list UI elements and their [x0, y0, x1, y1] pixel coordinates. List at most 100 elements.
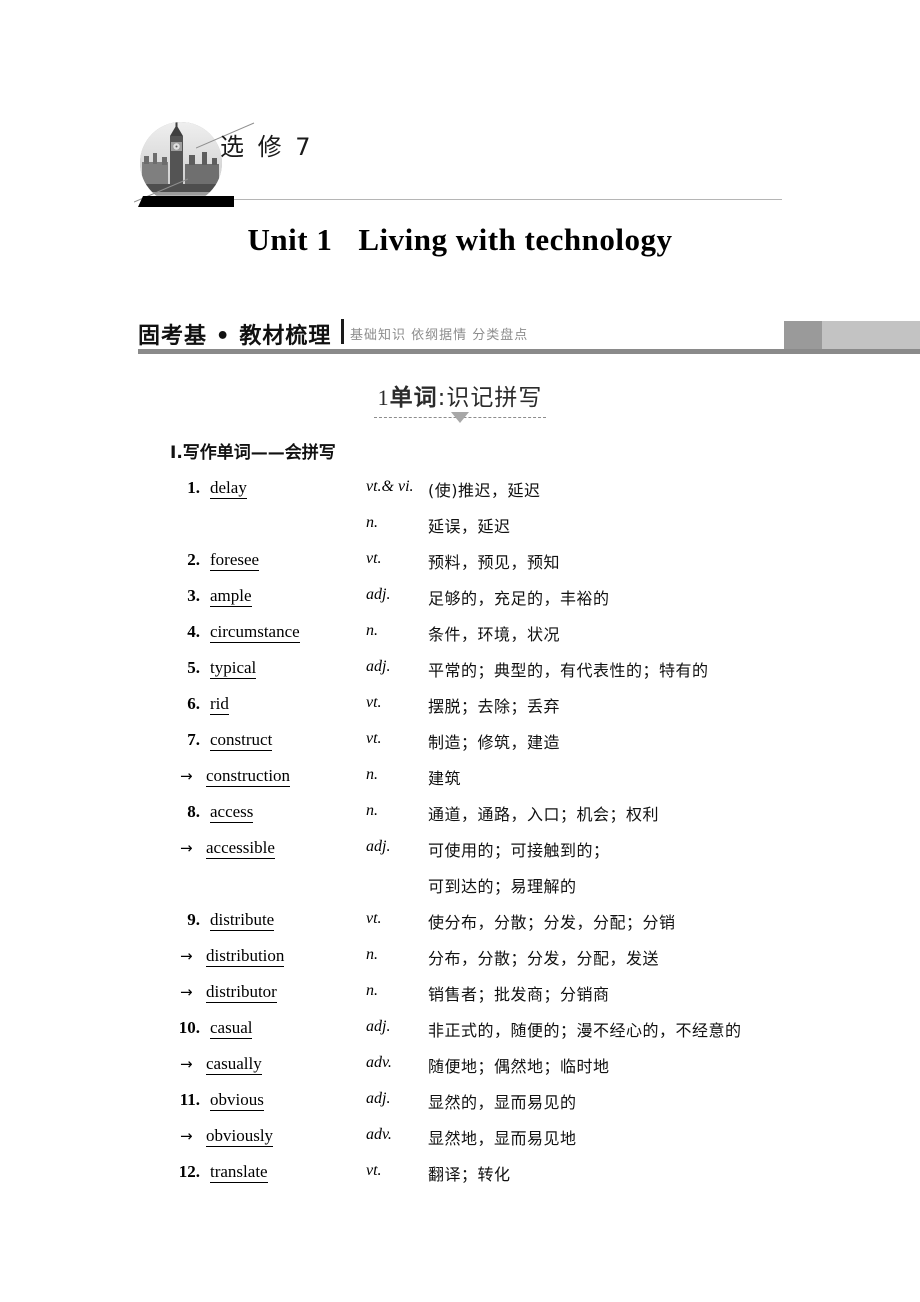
section-band-divider [341, 319, 344, 344]
word-row: 6. rid vt. 摆脱；去除；丢弃 [170, 694, 890, 730]
word-term: distributor [206, 982, 277, 1003]
word-term: typical [210, 658, 257, 679]
word-row: 9. distribute vt. 使分布，分散；分发，分配；分销 [170, 910, 890, 946]
word-row: 5. typical adj. 平常的；典型的，有代表性的；特有的 [170, 658, 890, 694]
word-index: 3. [187, 586, 200, 605]
word-term: distribution [206, 946, 285, 967]
word-term: access [210, 802, 254, 823]
word-row: → construction n. 建筑 [170, 766, 890, 802]
page-title: Unit 1 Living with technology [0, 222, 920, 258]
word-part-of-speech: adj. [366, 1090, 391, 1107]
word-part-of-speech: vt. [366, 910, 382, 927]
word-meaning: 摆脱；去除；丢弃 [428, 697, 561, 716]
page-root: 选 修 7 Unit 1 Living with technology 固考基 •… [0, 0, 920, 1302]
word-part-of-speech: adj. [366, 1018, 391, 1035]
word-term: distribute [210, 910, 275, 931]
word-meaning: (使)推迟，延迟 [428, 481, 541, 500]
word-row: 1. delay vt.& vi. (使)推迟，延迟 [170, 478, 890, 514]
word-meaning: 销售者；批发商；分销商 [428, 985, 610, 1004]
word-term: construct [210, 730, 273, 751]
subsection-heading: 1单词:识记拼写 [0, 378, 920, 423]
arrow-right-icon: → [180, 839, 193, 857]
word-meaning: 非正式的，随便的；漫不经心的，不经意的 [428, 1021, 742, 1040]
section-band-block-light [822, 321, 920, 349]
word-list-heading: Ⅰ.写作单词——会拼写 [170, 443, 336, 463]
word-term: obviously [206, 1126, 274, 1147]
word-index: 1. [187, 478, 200, 497]
word-term: foresee [210, 550, 260, 571]
word-part-of-speech: n. [366, 514, 378, 531]
word-meaning: 显然地，显而易见地 [428, 1129, 577, 1148]
word-meaning: 随便地；偶然地；临时地 [428, 1057, 610, 1076]
word-meaning: 可使用的；可接触到的； [428, 841, 610, 860]
word-row: 7. construct vt. 制造；修筑，建造 [170, 730, 890, 766]
word-row: 可到达的；易理解的 [170, 874, 890, 910]
chevron-down-icon [451, 412, 469, 423]
arrow-right-icon: → [180, 1055, 193, 1073]
word-meaning: 制造；修筑，建造 [428, 733, 561, 752]
word-meaning: 显然的，显而易见的 [428, 1093, 577, 1112]
subsection-title-bold: 单词 [389, 385, 438, 411]
word-part-of-speech: vt. [366, 694, 382, 711]
subsection-heading-text: 1单词:识记拼写 [373, 378, 547, 423]
arrow-right-icon: → [180, 767, 193, 785]
arrow-right-icon: → [180, 983, 193, 1001]
word-index: 8. [187, 802, 200, 821]
word-meaning: 使分布，分散；分发，分配；分销 [428, 913, 676, 932]
word-term: translate [210, 1162, 268, 1183]
masthead: 选 修 7 [0, 0, 920, 215]
masthead-rule-black [138, 196, 234, 207]
word-part-of-speech: vt. [366, 1162, 382, 1179]
word-meaning: 延误，延迟 [428, 517, 511, 536]
word-meaning: 平常的；典型的，有代表性的；特有的 [428, 661, 709, 680]
word-part-of-speech: n. [366, 802, 378, 819]
word-meaning: 通道，通路，入口；机会；权利 [428, 805, 660, 824]
word-index: 5. [187, 658, 200, 677]
word-row: 10. casual adj. 非正式的，随便的；漫不经心的，不经意的 [170, 1018, 890, 1054]
word-meaning: 翻译；转化 [428, 1165, 511, 1184]
word-part-of-speech: vt.& vi. [366, 478, 414, 495]
word-row: 8. access n. 通道，通路，入口；机会；权利 [170, 802, 890, 838]
word-term: construction [206, 766, 291, 787]
word-index: 11. [179, 1090, 200, 1109]
unit-number: Unit 1 [247, 222, 333, 257]
word-row: 2. foresee vt. 预料，预见，预知 [170, 550, 890, 586]
word-part-of-speech: n. [366, 982, 378, 999]
section-band-title: 固考基 • 教材梳理 [138, 324, 332, 349]
word-index: 6. [187, 694, 200, 713]
edition-label: 选 修 7 [220, 133, 314, 161]
word-term: accessible [206, 838, 275, 859]
subsection-title-rest: :识记拼写 [437, 385, 543, 411]
word-meaning: 足够的，充足的，丰裕的 [428, 589, 610, 608]
word-index: 7. [187, 730, 200, 749]
word-meaning: 预料，预见，预知 [428, 553, 561, 572]
word-row: 4. circumstance n. 条件，环境，状况 [170, 622, 890, 658]
word-term: casual [210, 1018, 253, 1039]
word-row: → distributor n. 销售者；批发商；分销商 [170, 982, 890, 1018]
arrow-right-icon: → [180, 1127, 193, 1145]
word-row: 12. translate vt. 翻译；转化 [170, 1162, 890, 1198]
word-row: 11. obvious adj. 显然的，显而易见的 [170, 1090, 890, 1126]
section-band-subtitle: 基础知识 依纲据情 分类盘点 [350, 328, 529, 343]
word-part-of-speech: n. [366, 622, 378, 639]
masthead-rule-thin [234, 199, 782, 200]
word-index: 12. [178, 1162, 200, 1181]
word-index: 4. [187, 622, 200, 641]
word-list: 1. delay vt.& vi. (使)推迟，延迟 n. 延误，延迟 2. foresee v… [170, 478, 890, 1198]
word-part-of-speech: vt. [366, 730, 382, 747]
word-part-of-speech: adv. [366, 1126, 392, 1143]
word-row: → obviously adv. 显然地，显而易见地 [170, 1126, 890, 1162]
word-part-of-speech: adv. [366, 1054, 392, 1071]
word-meaning: 分布，分散；分发，分配，发送 [428, 949, 660, 968]
word-part-of-speech: adj. [366, 586, 391, 603]
word-term: circumstance [210, 622, 300, 643]
word-meaning: 建筑 [428, 769, 462, 788]
word-index: 2. [187, 550, 200, 569]
word-term: rid [210, 694, 229, 715]
word-index: 10. [178, 1018, 200, 1037]
word-row: 3. ample adj. 足够的，充足的，丰裕的 [170, 586, 890, 622]
word-part-of-speech: adj. [366, 838, 391, 855]
word-part-of-speech: n. [366, 946, 378, 963]
word-term: obvious [210, 1090, 264, 1111]
word-row: → distribution n. 分布，分散；分发，分配，发送 [170, 946, 890, 982]
